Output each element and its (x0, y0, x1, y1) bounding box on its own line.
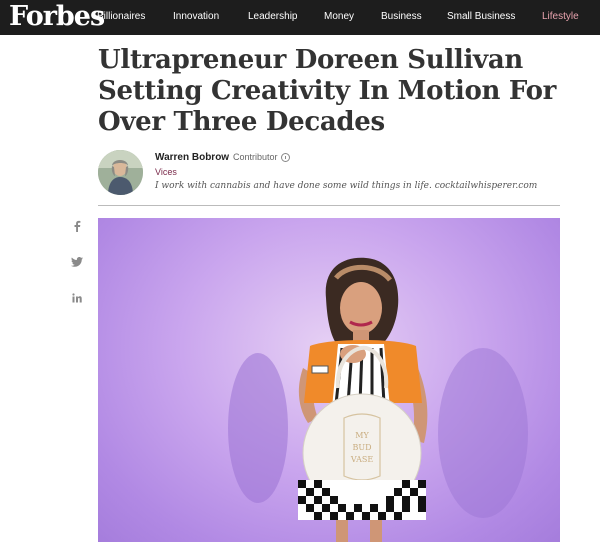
author-avatar[interactable] (98, 150, 143, 195)
nav-lifestyle[interactable]: Lifestyle (542, 11, 579, 22)
linkedin-icon[interactable] (70, 291, 84, 305)
nav-innovation[interactable]: Innovation (173, 11, 219, 22)
section-link[interactable]: Vices (155, 167, 177, 177)
author-name[interactable]: Warren Bobrow (155, 152, 229, 163)
forbes-logo[interactable]: Forbes (9, 2, 105, 32)
bag-text-vase: VASE (350, 455, 373, 464)
contributor-label: Contributor (233, 152, 290, 162)
nav-business[interactable]: Business (381, 11, 422, 22)
article-headline: Ultrapreneur Doreen Sullivan Setting Cre… (98, 45, 557, 137)
nav-leadership[interactable]: Leadership (248, 11, 297, 22)
author-bio: I work with cannabis and have done some … (155, 181, 538, 191)
shadow-left (228, 353, 288, 503)
divider (98, 205, 560, 206)
nav-billionaires[interactable]: Billionaires (97, 11, 145, 22)
facebook-icon[interactable] (70, 219, 84, 233)
shadow-right (438, 348, 528, 518)
top-navigation: Forbes Billionaires Innovation Leadershi… (0, 0, 600, 35)
contributor-role: Contributor (233, 152, 278, 162)
nav-small-business[interactable]: Small Business (447, 11, 515, 22)
hero-image: MY BUD VASE (98, 218, 560, 542)
bag-text-bud: BUD (352, 443, 371, 452)
bag-text-my: MY (355, 431, 369, 440)
nav-money[interactable]: Money (324, 11, 354, 22)
twitter-icon[interactable] (70, 255, 84, 269)
info-icon[interactable] (280, 152, 290, 162)
